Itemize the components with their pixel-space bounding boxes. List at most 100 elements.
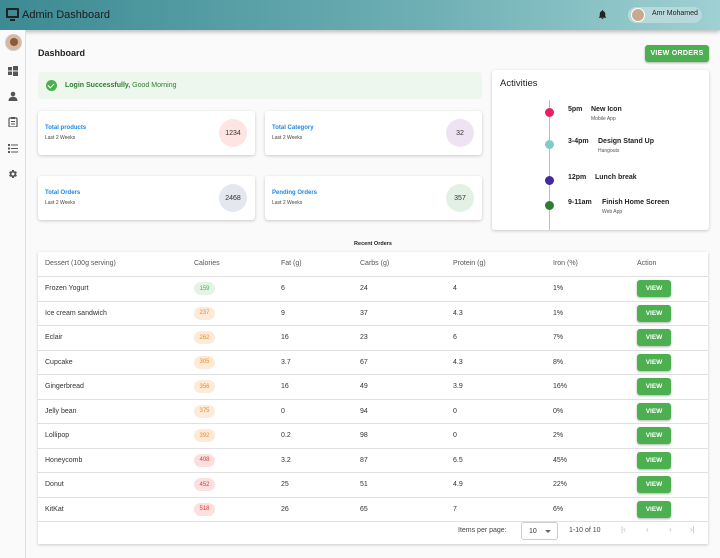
- page-size-value: 10: [529, 528, 537, 535]
- column-header[interactable]: Protein (g): [453, 260, 486, 267]
- column-header[interactable]: Dessert (100g serving): [45, 260, 116, 267]
- cell-name: Gingerbread: [45, 383, 84, 390]
- view-button[interactable]: VIEW: [637, 353, 671, 371]
- calories-chip: 305: [194, 355, 215, 369]
- clipboard-icon[interactable]: [8, 117, 18, 127]
- cell-fat: 3.7: [281, 358, 291, 366]
- cell-protein: 4.9: [453, 481, 463, 488]
- cell-fat: 9: [281, 309, 285, 317]
- timeline-dot: [545, 176, 554, 185]
- calories-chip: 356: [194, 380, 215, 393]
- timeline-title: Lunch break: [595, 174, 637, 181]
- cell-iron: 2%: [553, 432, 564, 439]
- table-row: Donut 452 25 51 4.9 22% VIEW: [38, 473, 708, 498]
- view-button[interactable]: VIEW: [637, 304, 671, 322]
- cell-fat: 16: [281, 334, 289, 341]
- column-header[interactable]: Calories: [194, 260, 220, 267]
- view-button[interactable]: VIEW: [637, 500, 671, 518]
- cell-fat: 25: [281, 481, 289, 488]
- cell-carbs: 23: [360, 334, 368, 341]
- timeline-title: New Icon: [591, 106, 622, 113]
- cell-protein: 7: [453, 505, 457, 513]
- stat-value: 1234: [219, 119, 247, 147]
- stat-card-pending-orders: Pending Orders Last 2 Weeks 357: [265, 176, 482, 220]
- view-button[interactable]: VIEW: [637, 476, 671, 493]
- previous-page-icon[interactable]: ‹: [646, 525, 649, 534]
- table-row: Lollipop 392 0.2 98 0 2% VIEW: [38, 424, 708, 449]
- first-page-icon[interactable]: |‹: [621, 525, 626, 534]
- sidebar: [0, 30, 26, 558]
- stat-card-total-products: Total products Last 2 Weeks 1234: [38, 111, 255, 155]
- cell-iron: 8%: [553, 358, 564, 366]
- avatar[interactable]: [5, 34, 22, 51]
- person-icon[interactable]: [8, 91, 18, 101]
- app-title: Admin Dashboard: [22, 9, 111, 21]
- timeline-subtitle: Mobile App: [591, 116, 616, 122]
- column-header: Action: [637, 260, 657, 267]
- cell-name: Honeycomb: [45, 456, 83, 464]
- view-button[interactable]: VIEW: [637, 329, 671, 346]
- timeline-time: 12pm: [568, 174, 587, 181]
- cell-protein: 0: [453, 407, 457, 415]
- cell-carbs: 98: [360, 432, 368, 439]
- timeline-item: 3-4pm Design Stand Up Hangouts: [492, 136, 709, 156]
- timeline-item: 12pm Lunch break: [492, 172, 709, 192]
- alert-message: Login Successfully, Good Morning: [65, 82, 177, 89]
- page-size-select[interactable]: 10: [521, 522, 558, 540]
- page-range: 1-10 of 10: [569, 527, 601, 534]
- timeline-item: 9-11am Finish Home Screen Web App: [492, 197, 709, 217]
- table-row: Cupcake 305 3.7 67 4.3 8% VIEW: [38, 351, 708, 375]
- view-button[interactable]: VIEW: [637, 451, 671, 469]
- timeline-subtitle: Web App: [602, 209, 623, 215]
- stat-value: 2468: [219, 184, 247, 212]
- cell-name: Ice cream sandwich: [45, 309, 107, 317]
- column-header[interactable]: Carbs (g): [360, 260, 389, 267]
- cell-fat: 3.2: [281, 456, 291, 464]
- table-row: Jelly bean 375 0 94 0 0% VIEW: [38, 400, 708, 424]
- column-header[interactable]: Iron (%): [553, 260, 578, 267]
- cell-protein: 0: [453, 432, 457, 439]
- stat-card-total-orders: Total Orders Last 2 Weeks 2468: [38, 176, 255, 220]
- cell-fat: 16: [281, 383, 289, 390]
- table-row: Ice cream sandwich 237 9 37 4.3 1% VIEW: [38, 302, 708, 326]
- cell-fat: 0.2: [281, 432, 291, 439]
- success-alert: Login Successfully, Good Morning: [38, 72, 482, 99]
- last-page-icon[interactable]: ›|: [690, 525, 695, 534]
- timeline-dot: [545, 108, 554, 117]
- view-button[interactable]: VIEW: [637, 378, 671, 395]
- next-page-icon[interactable]: ›: [669, 525, 672, 534]
- timeline-time: 5pm: [568, 106, 583, 113]
- chevron-down-icon: [545, 530, 551, 533]
- stat-title: Pending Orders: [272, 190, 318, 196]
- cell-protein: 6: [453, 334, 457, 341]
- page-title: Dashboard: [38, 48, 86, 58]
- check-circle-icon: [46, 80, 57, 91]
- cell-carbs: 94: [360, 407, 368, 415]
- column-header[interactable]: Fat (g): [281, 260, 302, 267]
- cell-protein: 4: [453, 285, 457, 292]
- cell-iron: 16%: [553, 383, 568, 390]
- stat-subtitle: Last 2 Weeks: [272, 200, 303, 206]
- cell-iron: 1%: [553, 309, 564, 317]
- cell-carbs: 87: [360, 456, 368, 464]
- cell-iron: 7%: [553, 334, 564, 341]
- calories-chip: 262: [194, 331, 215, 344]
- items-per-page-label: Items per page:: [458, 527, 507, 534]
- orders-table: Dessert (100g serving) Calories Fat (g) …: [38, 252, 708, 544]
- user-name: Amr Mohamed: [652, 10, 698, 17]
- view-orders-button[interactable]: VIEW ORDERS: [645, 45, 709, 62]
- user-chip[interactable]: Amr Mohamed: [628, 7, 702, 23]
- table-caption: Recent Orders: [354, 241, 392, 247]
- windows-icon[interactable]: [8, 66, 18, 76]
- table-row: Gingerbread 356 16 49 3.9 16% VIEW: [38, 375, 708, 400]
- view-button[interactable]: VIEW: [637, 402, 671, 420]
- view-button[interactable]: VIEW: [637, 280, 671, 297]
- stat-subtitle: Last 2 Weeks: [272, 135, 303, 141]
- gear-icon[interactable]: [8, 169, 18, 179]
- cell-iron: 45%: [553, 456, 568, 464]
- timeline-dot: [545, 201, 554, 210]
- list-icon[interactable]: [8, 143, 18, 153]
- bell-icon[interactable]: [597, 9, 608, 20]
- view-button[interactable]: VIEW: [637, 427, 671, 444]
- stat-subtitle: Last 2 Weeks: [45, 135, 76, 141]
